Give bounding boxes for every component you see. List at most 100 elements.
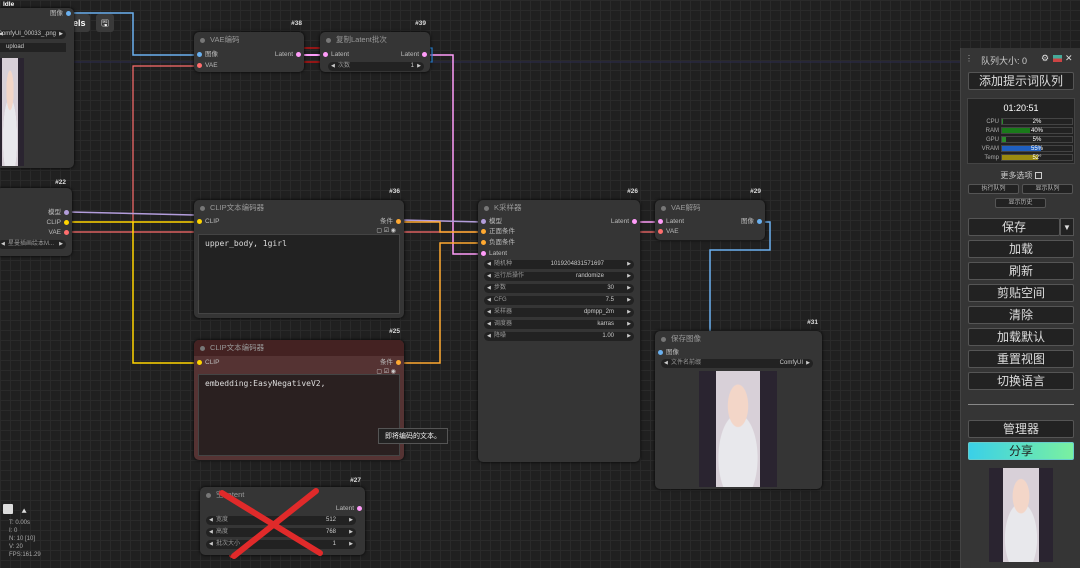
width-widget[interactable]: 宽度 512 xyxy=(206,516,356,525)
widget-value: karras xyxy=(597,321,614,327)
share-button[interactable]: 分享 xyxy=(968,442,1074,460)
batch-size-widget[interactable]: 批次大小 1 xyxy=(206,540,356,549)
vae-decode-node[interactable]: #29 VAE解码 Latent VAE 图像 xyxy=(655,188,765,240)
info-n: N: 10 [10] xyxy=(9,536,36,542)
node-id: #39 xyxy=(415,20,426,27)
manager-button[interactable]: 管理器 xyxy=(968,420,1074,438)
clipspace-button[interactable]: 剪贴空间 xyxy=(968,284,1074,302)
output-conditioning[interactable]: 条件 xyxy=(380,217,404,227)
reset-view-button[interactable]: 重置视图 xyxy=(968,350,1074,368)
input-vae[interactable]: VAE xyxy=(655,227,679,237)
up-arrow-icon[interactable]: ⯅ xyxy=(20,506,30,516)
stat-label: CPU xyxy=(986,119,999,125)
queue-prompt-button[interactable]: 添加提示词队列 xyxy=(968,72,1074,90)
node-id: #22 xyxy=(55,179,66,186)
save-icon[interactable] xyxy=(3,504,13,514)
more-options-label[interactable]: 更多选项 xyxy=(961,170,1080,181)
node-id: #25 xyxy=(389,328,400,335)
input-latent[interactable]: Latent xyxy=(478,249,507,259)
clear-button[interactable]: 清除 xyxy=(968,306,1074,324)
negative-prompt-textarea[interactable]: embedding:EasyNegativeV2, xyxy=(198,374,400,456)
stat-label: VRAM xyxy=(981,146,999,152)
load-default-button[interactable]: 加载默认 xyxy=(968,328,1074,346)
input-positive[interactable]: 正面条件 xyxy=(478,227,515,237)
input-images[interactable]: 图像 xyxy=(655,348,679,358)
steps-widget[interactable]: 步数 30 xyxy=(484,284,634,293)
sampler-widget[interactable]: 采样器 dpmpp_2m xyxy=(484,308,634,317)
filename-prefix-widget[interactable]: 文件名前缀 ComfyUI xyxy=(661,359,813,368)
output-vae[interactable]: VAE xyxy=(48,228,72,238)
output-latent[interactable]: Latent xyxy=(336,504,365,514)
height-widget[interactable]: 高度 768 xyxy=(206,528,356,537)
output-image[interactable]: 图像 xyxy=(741,217,765,227)
widget-label: CFG xyxy=(494,297,507,303)
stat-value: 40% xyxy=(1030,128,1043,134)
gear-icon[interactable]: ⚙ xyxy=(1041,53,1049,64)
clip-text-encode-negative-node[interactable]: #25 CLIP文本编码器 CLIP 条件 ▢ ☑ ◉ embedding:Ea… xyxy=(194,328,404,460)
input-model[interactable]: 模型 xyxy=(478,217,502,227)
save-image-node[interactable]: #31 保存图像 图像 文件名前缀 ComfyUI xyxy=(655,319,822,489)
output-latent[interactable]: Latent xyxy=(401,50,430,60)
input-clip[interactable]: CLIP xyxy=(194,358,219,368)
checkpoint-loader-node[interactable]: #22 模型 CLIP VAE 星曼插画绘本M... xyxy=(0,179,72,256)
input-negative[interactable]: 负面条件 xyxy=(478,238,515,248)
input-latent[interactable]: Latent xyxy=(320,50,349,60)
drag-handle-icon[interactable]: ⋮ xyxy=(965,54,973,63)
widget-label: 次数 xyxy=(338,63,351,69)
filename-widget[interactable]: ComfyUI_00033_.png xyxy=(0,30,66,39)
widget-value: 1.00 xyxy=(602,333,614,339)
input-label: 负面条件 xyxy=(489,239,515,246)
save-workflow-button[interactable]: 🖫 xyxy=(96,14,114,32)
switch-language-button[interactable]: 切换语言 xyxy=(968,372,1074,390)
stat-row-gpu: GPU 5% xyxy=(967,136,1075,144)
stat-label: RAM xyxy=(985,128,999,134)
show-queue-button[interactable]: 显示队列 xyxy=(1022,184,1073,194)
clip-text-encode-positive-node[interactable]: #36 CLIP文本编码器 CLIP 条件 ▢ ☑ ◉ upper_body, … xyxy=(194,188,404,318)
text-tools-icons[interactable]: ▢ ☑ ◉ xyxy=(376,227,396,234)
prompt-textarea[interactable]: upper_body, 1girl xyxy=(198,234,400,314)
refresh-button[interactable]: 刷新 xyxy=(968,262,1074,280)
queue-preview-image xyxy=(989,468,1053,562)
cfg-widget[interactable]: CFG 7.5 xyxy=(484,296,634,305)
output-clip[interactable]: CLIP xyxy=(47,218,72,228)
input-latent[interactable]: Latent xyxy=(655,217,684,227)
save-button[interactable]: 保存 xyxy=(968,218,1060,236)
input-image[interactable]: 图像 xyxy=(194,50,218,60)
output-latent[interactable]: Latent xyxy=(611,217,640,227)
show-history-button[interactable]: 显示历史 xyxy=(995,198,1046,208)
upload-button[interactable]: upload xyxy=(0,43,66,52)
widget-value: 1 xyxy=(332,541,336,547)
input-vae[interactable]: VAE xyxy=(194,61,218,71)
canvas-controls: ⯅ xyxy=(3,501,30,519)
load-button[interactable]: 加载 xyxy=(968,240,1074,258)
save-dropdown-button[interactable]: ▼ xyxy=(1060,218,1074,236)
ksampler-node[interactable]: #26 K采样器 模型 正面条件 负面条件 Latent Latent 随机种 1… xyxy=(478,188,640,462)
vae-encode-node[interactable]: #38 VAE编码 图像 VAE Latent xyxy=(194,20,304,72)
seed-widget[interactable]: 随机种 1019204831571697 xyxy=(484,260,634,269)
widget-value: ComfyUI xyxy=(779,360,803,366)
save-label: 保存 xyxy=(1001,220,1026,234)
node-id: #29 xyxy=(750,188,761,195)
run-queue-button[interactable]: 执行队列 xyxy=(968,184,1019,194)
load-image-node[interactable]: 图像 ComfyUI_00033_.png upload xyxy=(0,8,74,168)
chevron-down-icon: ▼ xyxy=(1063,223,1071,232)
close-icon[interactable]: ✕ xyxy=(1065,53,1073,64)
input-clip-label: CLIP xyxy=(205,359,220,366)
empty-latent-node[interactable]: #27 空Latent Latent 宽度 512 高度 768 批次大小 1 xyxy=(200,477,365,555)
widget-value: 1019204831571697 xyxy=(550,261,604,267)
output-model[interactable]: 模型 xyxy=(48,208,72,218)
input-clip-label: CLIP xyxy=(205,218,220,225)
checkbox-icon[interactable] xyxy=(1034,172,1042,180)
output-latent[interactable]: Latent xyxy=(275,50,304,60)
stat-row-cpu: CPU 2% xyxy=(967,118,1075,126)
denoise-widget[interactable]: 降噪 1.00 xyxy=(484,332,634,341)
ckpt-widget[interactable]: 星曼插画绘本M... xyxy=(0,240,66,249)
control-after-generate-widget[interactable]: 运行后操作 randomize xyxy=(484,272,634,281)
amount-widget[interactable]: 次数 1 xyxy=(328,62,424,71)
input-clip[interactable]: CLIP xyxy=(194,217,219,227)
repeat-latent-node[interactable]: #39 复制Latent批次 Latent Latent 次数 1 xyxy=(320,20,430,72)
image-icon[interactable] xyxy=(1053,55,1062,62)
scheduler-widget[interactable]: 调度器 karras xyxy=(484,320,634,329)
load-output-image[interactable]: 图像 xyxy=(50,9,74,19)
output-conditioning[interactable]: 条件 xyxy=(380,358,404,368)
